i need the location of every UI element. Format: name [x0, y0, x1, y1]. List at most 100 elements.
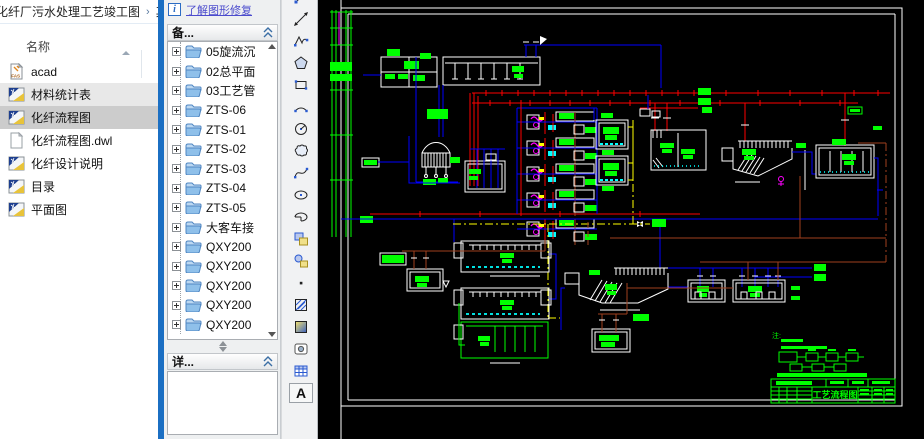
expand-plus-icon[interactable] [172, 164, 181, 174]
tree-item-label: QXY200 [206, 317, 252, 332]
scroll-down-icon[interactable] [268, 332, 276, 337]
file-row[interactable]: FAS acad [0, 60, 158, 83]
file-row[interactable]: 材料统计表 [0, 83, 158, 106]
breadcrumb-path[interactable]: 化纤厂污水处理工艺竣工图 [0, 3, 140, 20]
collapse-chevron-icon[interactable] [263, 26, 273, 39]
tree-item-label: ZTS-01 [206, 122, 247, 137]
insert-block-tool-button[interactable] [289, 229, 313, 249]
tree-item[interactable]: ZTS-03 [168, 159, 277, 179]
ellipse-tool-button[interactable] [289, 185, 313, 205]
file-name: 化纤流程图 [31, 111, 92, 125]
dwg-file-icon [8, 156, 25, 171]
backup-files-header[interactable]: 备... [167, 24, 278, 41]
desktop: { "explorer": { "breadcrumb": { "path": … [0, 0, 924, 439]
column-header-name[interactable]: 名称 [26, 38, 50, 55]
valve-ticks [651, 117, 849, 126]
tree-item[interactable]: QXY200 [168, 257, 277, 277]
blower-station [450, 148, 506, 193]
tree-item[interactable]: ZTS-02 [168, 140, 277, 160]
folder-icon [185, 260, 202, 273]
file-row[interactable]: 化纤流程图.dwl [0, 129, 158, 152]
filter-basin [453, 303, 549, 364]
tree-item[interactable]: 02总平面 [168, 62, 277, 82]
tree-item[interactable]: QXY200 [168, 296, 277, 316]
arc-tool-button[interactable] [289, 97, 313, 117]
folder-icon [185, 299, 202, 312]
expand-plus-icon[interactable] [172, 66, 181, 76]
rectangle-tool-button[interactable] [289, 75, 313, 95]
dwg-file-icon [8, 87, 25, 102]
file-row[interactable]: 目录 [0, 175, 158, 198]
expand-plus-icon[interactable] [172, 203, 181, 213]
collapse-chevron-icon[interactable] [263, 355, 273, 368]
aeration-basins [453, 240, 552, 320]
expand-plus-icon[interactable] [172, 125, 181, 135]
breadcrumb[interactable]: 化纤厂污水处理工艺竣工图 › 其 [0, 0, 158, 24]
file-row-selected[interactable]: 化纤流程图 [0, 106, 158, 129]
expand-plus-icon[interactable] [172, 222, 181, 232]
folder-icon [185, 84, 202, 98]
tree-item[interactable]: 05旋流沉 [168, 42, 277, 62]
scroll-up-icon[interactable] [268, 44, 276, 49]
backup-file-tree[interactable]: 05旋流沉 02总平面 03工艺管 ZTS-06 ZTS-01 ZTS-02 Z… [167, 41, 278, 340]
manifold-labels [698, 88, 712, 113]
tree-item[interactable]: ZTS-01 [168, 120, 277, 140]
outfall-labels [814, 264, 826, 281]
make-block-tool-button[interactable] [289, 251, 313, 271]
folder-icon [185, 162, 202, 176]
folder-icon [185, 279, 202, 293]
tree-item[interactable]: 大客车接 [168, 218, 277, 238]
region-tool-button[interactable] [289, 339, 313, 359]
tree-item[interactable]: 03工艺管 [168, 81, 277, 101]
expand-plus-icon[interactable] [172, 144, 181, 154]
spline-tool-button[interactable] [289, 163, 313, 183]
expand-plus-icon[interactable] [172, 320, 181, 330]
tree-item[interactable]: ZTS-04 [168, 179, 277, 199]
panel-splitter[interactable] [167, 341, 278, 352]
expand-plus-icon[interactable] [172, 300, 181, 310]
table-tool-button[interactable] [289, 361, 313, 381]
expand-plus-icon[interactable] [172, 242, 181, 252]
drawing-canvas[interactable]: 注: 工艺流程图 [318, 0, 924, 439]
expand-plus-icon[interactable] [172, 183, 181, 193]
line-tool-button[interactable] [289, 0, 313, 7]
tree-item[interactable]: QXY200 [168, 315, 277, 335]
hatch-tool-button[interactable] [289, 295, 313, 315]
revision-cloud-tool-button[interactable] [289, 141, 313, 161]
file-list: FAS acad 材料统计表 化纤流程图 化纤流程图.dwl 化纤设计说明 目录… [0, 60, 158, 221]
tree-item[interactable]: ZTS-05 [168, 198, 277, 218]
tree-item[interactable]: QXY200 [168, 276, 277, 296]
file-name: acad [31, 64, 58, 79]
column-header[interactable]: 名称 [0, 24, 158, 78]
file-row[interactable]: 化纤设计说明 [0, 152, 158, 175]
drawing-recovery-help-link[interactable]: 了解图形修复 [186, 2, 252, 18]
title-block-title: 工艺流程图 [812, 389, 857, 400]
primary-clarifier [721, 140, 816, 190]
circle-tool-button[interactable] [289, 119, 313, 139]
expand-plus-icon[interactable] [172, 281, 181, 291]
construction-line-tool-button[interactable] [289, 9, 313, 29]
multiline-text-tool-button[interactable]: A [289, 383, 313, 403]
notes-label: 注: [772, 331, 781, 340]
anchor-symbol [778, 176, 784, 186]
expand-plus-icon[interactable] [172, 47, 181, 57]
polygon-tool-button[interactable] [289, 53, 313, 73]
draw-toolbar: A [281, 0, 318, 439]
tree-item[interactable]: QXY200 [168, 237, 277, 257]
details-header[interactable]: 详... [167, 353, 278, 370]
tree-item-label: 02总平面 [206, 64, 256, 79]
point-tool-button[interactable] [289, 273, 313, 293]
expand-plus-icon[interactable] [172, 86, 181, 96]
tree-item[interactable]: ZTS-06 [168, 101, 277, 121]
file-row[interactable]: 平面图 [0, 198, 158, 221]
gradient-tool-button[interactable] [289, 317, 313, 337]
polyline-tool-button[interactable] [289, 31, 313, 51]
file-explorer: 化纤厂污水处理工艺竣工图 › 其 名称 FAS acad [0, 0, 158, 439]
expand-plus-icon[interactable] [172, 105, 181, 115]
ellipse-arc-tool-button[interactable] [289, 207, 313, 227]
intermediate-tanks [593, 95, 661, 191]
tree-item-label: 大客车接 [206, 220, 255, 235]
flow-label [652, 219, 666, 227]
expand-plus-icon[interactable] [172, 261, 181, 271]
file-name: 化纤流程图.dwl [31, 134, 113, 148]
